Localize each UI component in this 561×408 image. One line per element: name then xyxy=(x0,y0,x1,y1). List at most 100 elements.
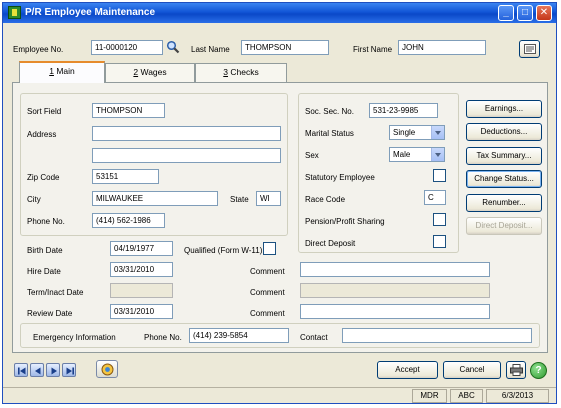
contact-label: Contact xyxy=(300,333,328,342)
birth-date-input[interactable]: 04/19/1977 xyxy=(110,241,173,256)
next-record-button[interactable] xyxy=(46,363,60,377)
marital-status-select[interactable]: Single xyxy=(389,125,445,140)
zip-code-input[interactable]: 53151 xyxy=(92,169,159,184)
city-input[interactable]: MILWAUKEE xyxy=(92,191,218,206)
review-comment-input[interactable] xyxy=(300,304,490,319)
term-comment-label: Comment xyxy=(250,288,285,297)
hire-comment-input[interactable] xyxy=(300,262,490,277)
notes-icon xyxy=(524,44,536,60)
state-input[interactable]: WI xyxy=(256,191,281,206)
status-date: 6/3/2013 xyxy=(486,389,549,403)
race-code-label: Race Code xyxy=(305,195,346,204)
tab-main-label: Main xyxy=(56,66,75,76)
tab-main-number: 1 xyxy=(49,66,54,76)
last-name-field[interactable]: THOMPSON xyxy=(241,40,329,55)
city-label: City xyxy=(27,195,41,204)
status-bar: MDR ABC 6/3/2013 xyxy=(3,387,556,403)
ssn-input[interactable]: 531-23-9985 xyxy=(369,103,438,118)
address-line2-input[interactable] xyxy=(92,148,281,163)
employee-no-field[interactable]: 11-0000120 xyxy=(91,40,163,55)
print-icon xyxy=(510,364,523,376)
marital-status-label: Marital Status xyxy=(305,129,354,138)
help-icon[interactable]: ? xyxy=(530,362,547,379)
contact-input[interactable] xyxy=(342,328,532,343)
sex-label: Sex xyxy=(305,151,319,160)
term-date-input[interactable] xyxy=(110,283,173,298)
status-user: MDR xyxy=(412,389,447,403)
emergency-info-label: Emergency Information xyxy=(33,333,116,342)
tab-checks-label: Checks xyxy=(230,67,259,77)
minimize-icon[interactable]: _ xyxy=(498,5,514,21)
address-line1-input[interactable] xyxy=(92,126,281,141)
cancel-button[interactable]: Cancel xyxy=(443,361,501,379)
tab-wages-number: 2 xyxy=(133,67,139,77)
emergency-phone-label: Phone No. xyxy=(144,333,182,342)
state-label: State xyxy=(230,195,249,204)
tab-wages-label: Wages xyxy=(140,67,167,77)
tab-checks[interactable]: 3 Checks xyxy=(195,63,287,82)
term-date-label: Term/Inact Date xyxy=(27,288,84,297)
print-button[interactable] xyxy=(506,361,526,379)
last-record-button[interactable] xyxy=(62,363,76,377)
sort-field-input[interactable]: THOMPSON xyxy=(92,103,165,118)
hire-date-input[interactable]: 03/31/2010 xyxy=(110,262,173,277)
chevron-down-icon[interactable] xyxy=(431,126,444,139)
status-company: ABC xyxy=(450,389,483,403)
birth-date-label: Birth Date xyxy=(27,246,63,255)
direct-deposit-button[interactable]: Direct Deposit... xyxy=(466,217,542,235)
next-record-icon xyxy=(51,367,57,375)
title-bar[interactable]: P/R Employee Maintenance _ □ ✕ xyxy=(3,3,556,23)
memo-icon xyxy=(101,363,114,376)
maximize-icon[interactable]: □ xyxy=(517,5,533,21)
phone-label: Phone No. xyxy=(27,217,65,226)
direct-deposit-label: Direct Deposit xyxy=(305,239,356,248)
ssn-label: Soc. Sec. No. xyxy=(305,107,354,116)
sex-select[interactable]: Male xyxy=(389,147,445,162)
tax-summary-button[interactable]: Tax Summary... xyxy=(466,147,542,165)
hire-date-label: Hire Date xyxy=(27,267,61,276)
review-date-input[interactable]: 03/31/2010 xyxy=(110,304,173,319)
direct-deposit-checkbox[interactable] xyxy=(433,235,446,248)
last-record-icon xyxy=(66,367,74,375)
emergency-phone-input[interactable]: (414) 239-5854 xyxy=(189,328,289,343)
main-tab-panel: Sort Field THOMPSON Address Zip Code 531… xyxy=(12,82,548,353)
statutory-employee-checkbox[interactable] xyxy=(433,169,446,182)
renumber-button[interactable]: Renumber... xyxy=(466,194,542,212)
tab-wages[interactable]: 2 Wages xyxy=(105,63,195,82)
app-icon xyxy=(8,6,21,19)
notes-button[interactable] xyxy=(519,40,540,58)
marital-status-value: Single xyxy=(393,128,416,137)
review-date-label: Review Date xyxy=(27,309,73,318)
qualified-checkbox[interactable] xyxy=(263,242,276,255)
pension-label: Pension/Profit Sharing xyxy=(305,217,385,226)
tab-checks-number: 3 xyxy=(223,67,228,77)
hire-comment-label: Comment xyxy=(250,267,285,276)
sex-value: Male xyxy=(393,150,411,159)
memo-button[interactable] xyxy=(96,360,118,378)
race-code-input[interactable]: C xyxy=(424,190,446,205)
deductions-button[interactable]: Deductions... xyxy=(466,123,542,141)
close-icon[interactable]: ✕ xyxy=(536,5,552,21)
phone-input[interactable]: (414) 562-1986 xyxy=(92,213,165,228)
review-comment-label: Comment xyxy=(250,309,285,318)
tab-main[interactable]: 1 Main xyxy=(19,61,105,83)
earnings-button[interactable]: Earnings... xyxy=(466,100,542,118)
chevron-down-icon[interactable] xyxy=(431,148,444,161)
employee-no-label: Employee No. xyxy=(13,45,64,54)
statutory-employee-label: Statutory Employee xyxy=(305,173,375,182)
last-name-label: Last Name xyxy=(191,45,230,54)
employee-maintenance-window: P/R Employee Maintenance _ □ ✕ Employee … xyxy=(2,2,557,404)
zip-code-label: Zip Code xyxy=(27,173,60,182)
lookup-icon[interactable] xyxy=(166,40,180,56)
first-name-label: First Name xyxy=(353,45,393,54)
first-name-field[interactable]: JOHN xyxy=(398,40,486,55)
address-label: Address xyxy=(27,130,57,139)
accept-button[interactable]: Accept xyxy=(377,361,438,379)
qualified-label: Qualified (Form W-11) xyxy=(184,246,263,255)
term-comment-input[interactable] xyxy=(300,283,490,298)
first-record-button[interactable] xyxy=(14,363,28,377)
pension-checkbox[interactable] xyxy=(433,213,446,226)
change-status-button[interactable]: Change Status... xyxy=(466,170,542,188)
previous-record-icon xyxy=(35,367,41,375)
previous-record-button[interactable] xyxy=(30,363,44,377)
